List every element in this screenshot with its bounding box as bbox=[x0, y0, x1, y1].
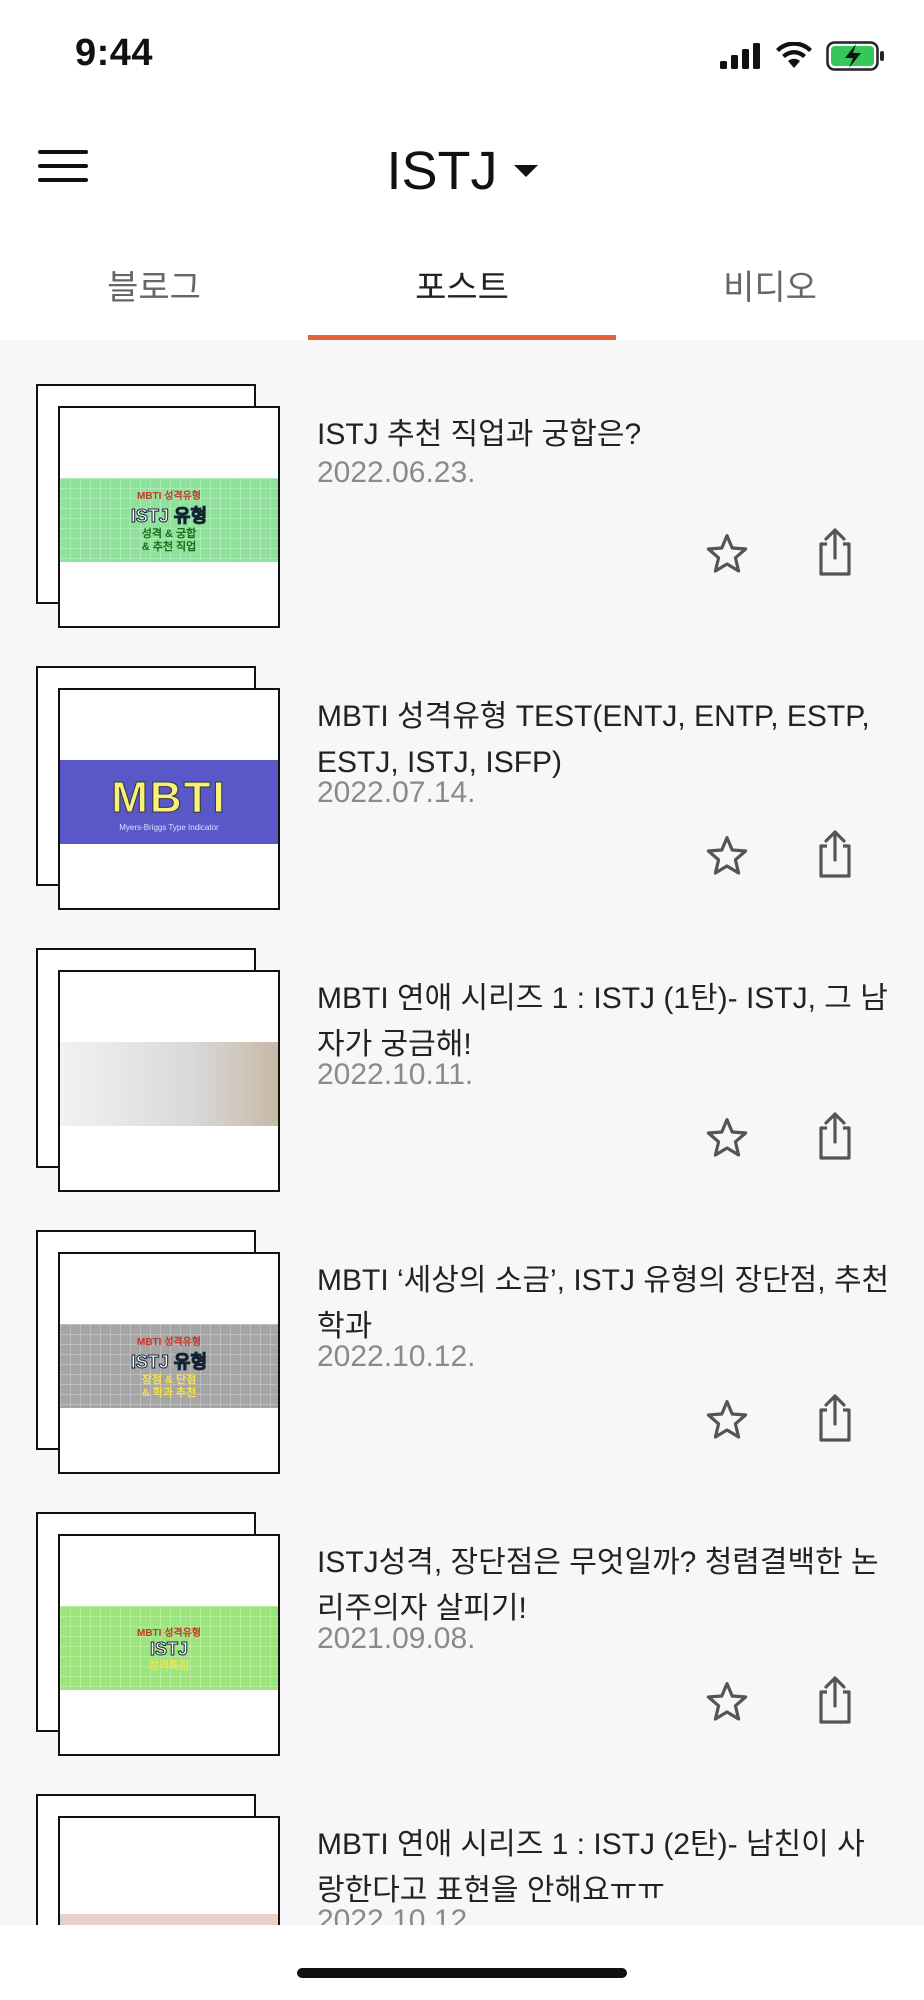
thumbnail-banner: MBTI 성격유형 ISTJ 유형 장점 & 단점 & 학과 추천 bbox=[60, 1324, 278, 1408]
favorite-button[interactable] bbox=[703, 1678, 751, 1726]
post-date: 2021.09.08. bbox=[317, 1622, 476, 1655]
favorite-button[interactable] bbox=[703, 530, 751, 578]
bottom-safe-area bbox=[0, 1925, 924, 2000]
thumbnail-banner: MBTI 성격유형 ISTJ 성격특징 bbox=[60, 1606, 278, 1690]
thumbnail: MBTI 성격유형 ISTJ 유형 성격 & 궁합 & 추천 직업 bbox=[58, 406, 280, 628]
favorite-button[interactable] bbox=[703, 1396, 751, 1444]
cellular-signal-icon bbox=[720, 43, 760, 69]
post-title[interactable]: MBTI 연애 시리즈 1 : ISTJ (1탄)- ISTJ, 그 남자가 궁… bbox=[317, 976, 892, 1068]
post-title[interactable]: ISTJ성격, 장단점은 무엇일까? 청렴결백한 논리주의자 살피기! bbox=[317, 1540, 892, 1632]
thumbnail-stack bbox=[36, 948, 282, 1194]
thumbnail-stack: MBTI 성격유형 ISTJ 유형 장점 & 단점 & 학과 추천 bbox=[36, 1230, 282, 1476]
post-date: 2022.06.23. bbox=[317, 456, 476, 489]
battery-charging-icon bbox=[826, 41, 884, 71]
home-indicator[interactable] bbox=[297, 1968, 627, 1978]
share-button[interactable] bbox=[811, 1392, 859, 1444]
share-icon bbox=[819, 1112, 851, 1160]
share-icon bbox=[819, 1394, 851, 1442]
share-button[interactable] bbox=[811, 1674, 859, 1726]
list-item[interactable]: MBTI 성격유형 ISTJ 유형 장점 & 단점 & 학과 추천 MBTI ‘… bbox=[0, 1186, 924, 1474]
share-icon bbox=[819, 830, 851, 878]
star-outline-icon bbox=[706, 1118, 748, 1157]
page-title: ISTJ bbox=[386, 141, 498, 201]
thumbnail-banner: MBTI 성격유형 ISTJ 유형 성격 & 궁합 & 추천 직업 bbox=[60, 478, 278, 562]
caret-down-icon bbox=[513, 165, 538, 177]
list-item[interactable]: MBTI 성격유형 ISTJ 성격특징 ISTJ성격, 장단점은 무엇일까? 청… bbox=[0, 1468, 924, 1756]
star-outline-icon bbox=[706, 534, 748, 573]
thumbnail bbox=[58, 970, 280, 1192]
tab-bar: 블로그 포스트 비디오 bbox=[0, 230, 924, 340]
app-header: ISTJ bbox=[0, 110, 924, 230]
post-title[interactable]: ISTJ 추천 직업과 궁합은? bbox=[317, 412, 892, 458]
list-item[interactable]: MBTI 연애 시리즈 1 : ISTJ (2탄)- 남친이 사랑한다고 표현을… bbox=[0, 1750, 924, 1925]
share-icon bbox=[819, 1676, 851, 1724]
thumbnail-stack bbox=[36, 1794, 282, 1925]
favorite-button[interactable] bbox=[703, 1114, 751, 1162]
tab-posts[interactable]: 포스트 bbox=[308, 230, 616, 340]
post-title[interactable]: MBTI 연애 시리즈 1 : ISTJ (2탄)- 남친이 사랑한다고 표현을… bbox=[317, 1822, 892, 1914]
list-item[interactable]: MBTI 연애 시리즈 1 : ISTJ (1탄)- ISTJ, 그 남자가 궁… bbox=[0, 904, 924, 1192]
share-button[interactable] bbox=[811, 828, 859, 880]
title-dropdown[interactable]: ISTJ bbox=[0, 140, 924, 202]
post-date: 2022.07.14. bbox=[317, 776, 476, 809]
star-outline-icon bbox=[706, 1682, 748, 1721]
wifi-icon bbox=[776, 42, 812, 68]
share-button[interactable] bbox=[811, 526, 859, 578]
thumbnail-stack: MBTI 성격유형 ISTJ 성격특징 bbox=[36, 1512, 282, 1758]
thumbnail-stack: MBTI Myers-Briggs Type Indicator bbox=[36, 666, 282, 912]
status-bar: 9:44 bbox=[0, 0, 924, 110]
thumbnail bbox=[58, 1816, 280, 1925]
thumbnail-photo bbox=[60, 1042, 278, 1126]
post-title[interactable]: MBTI ‘세상의 소금’, ISTJ 유형의 장단점, 추천학과 bbox=[317, 1258, 892, 1350]
star-outline-icon bbox=[706, 1400, 748, 1439]
tab-video[interactable]: 비디오 bbox=[616, 230, 924, 340]
thumbnail-banner: MBTI Myers-Briggs Type Indicator bbox=[60, 760, 278, 844]
post-list: MBTI 성격유형 ISTJ 유형 성격 & 궁합 & 추천 직업 ISTJ 추… bbox=[0, 340, 924, 1925]
thumbnail-stack: MBTI 성격유형 ISTJ 유형 성격 & 궁합 & 추천 직업 bbox=[36, 384, 282, 630]
thumbnail-photo bbox=[60, 1914, 278, 1925]
tab-blog[interactable]: 블로그 bbox=[0, 230, 308, 340]
thumbnail: MBTI Myers-Briggs Type Indicator bbox=[58, 688, 280, 910]
star-outline-icon bbox=[706, 836, 748, 875]
thumbnail: MBTI 성격유형 ISTJ 유형 장점 & 단점 & 학과 추천 bbox=[58, 1252, 280, 1474]
list-item[interactable]: MBTI 성격유형 ISTJ 유형 성격 & 궁합 & 추천 직업 ISTJ 추… bbox=[0, 340, 924, 628]
status-time: 9:44 bbox=[75, 32, 154, 74]
post-date: 2022.10.12. bbox=[317, 1340, 476, 1373]
favorite-button[interactable] bbox=[703, 832, 751, 880]
thumbnail: MBTI 성격유형 ISTJ 성격특징 bbox=[58, 1534, 280, 1756]
share-button[interactable] bbox=[811, 1110, 859, 1162]
post-title[interactable]: MBTI 성격유형 TEST(ENTJ, ENTP, ESTP, ESTJ, I… bbox=[317, 694, 892, 786]
post-date: 2022.10.12. bbox=[317, 1904, 476, 1925]
list-item[interactable]: MBTI Myers-Briggs Type Indicator MBTI 성격… bbox=[0, 622, 924, 910]
share-icon bbox=[819, 528, 851, 576]
status-icons bbox=[720, 38, 886, 74]
post-date: 2022.10.11. bbox=[317, 1058, 474, 1091]
